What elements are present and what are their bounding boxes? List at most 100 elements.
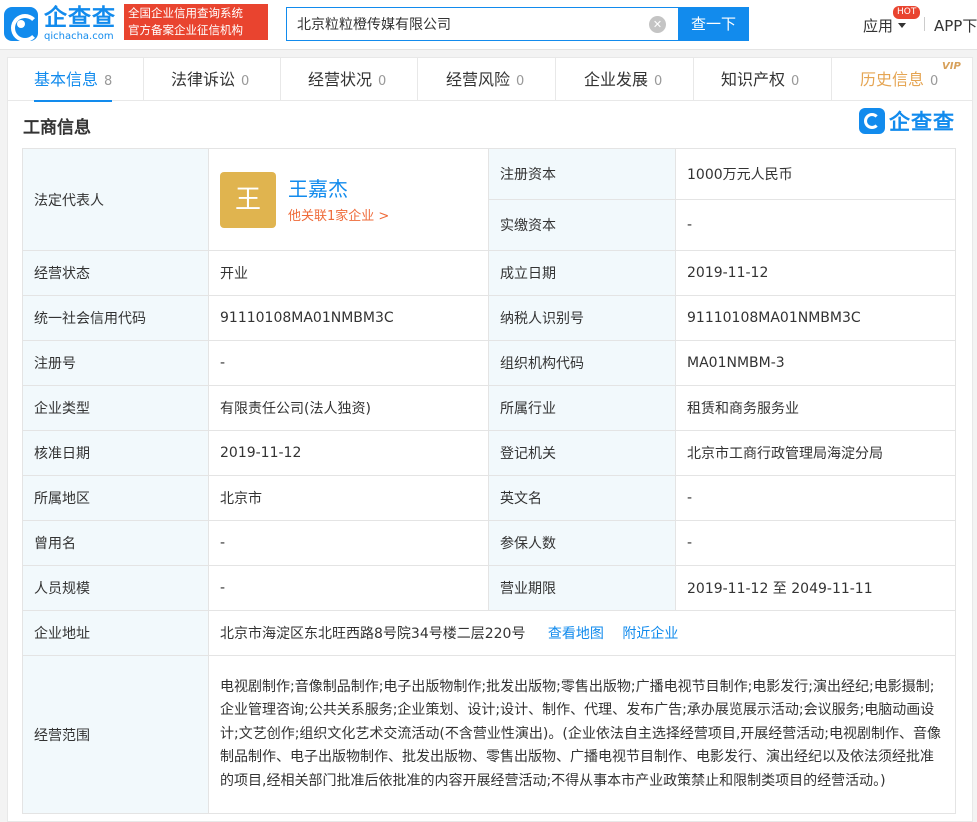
tab-ip[interactable]: 知识产权 0	[721, 58, 799, 101]
business-scope-value: 电视剧制作;音像制品制作;电子出版物制作;批发出版物;零售出版物;广播电视节目制…	[208, 655, 956, 814]
avatar[interactable]: 王	[220, 171, 276, 228]
company-type-label: 企业类型	[22, 385, 209, 431]
table-row: 所属地区 北京市 英文名 -	[22, 475, 956, 521]
address-cell: 北京市海淀区东北旺西路8号院34号楼二层220号 查看地图 附近企业	[208, 610, 956, 656]
divider	[280, 58, 281, 101]
view-map-link[interactable]: 查看地图	[548, 626, 604, 642]
tab-count: 0	[378, 74, 387, 89]
tab-count: 0	[930, 74, 939, 89]
region-label: 所属地区	[22, 475, 209, 521]
table-row: 注册号 - 组织机构代码 MA01NMBM-3	[22, 340, 956, 386]
approval-date-label: 核准日期	[22, 430, 209, 476]
table-row: 经营状态 开业 成立日期 2019-11-12	[22, 250, 956, 296]
tab-count: 0	[516, 74, 525, 89]
vip-badge: VIP	[942, 61, 961, 72]
approval-date-value: 2019-11-12	[208, 430, 489, 476]
reg-no-value: -	[208, 340, 489, 386]
reg-no-label: 注册号	[22, 340, 209, 386]
clear-icon[interactable]: ✕	[649, 16, 666, 33]
tab-development[interactable]: 企业发展 0	[584, 58, 662, 101]
divider	[831, 58, 832, 101]
company-card: 基本信息 8 法律诉讼 0 经营状况 0 经营风险 0 企业发展 0 知识产权 0 历史信息…	[7, 57, 973, 822]
business-term-label: 营业期限	[488, 565, 676, 611]
section-title: 工商信息	[23, 118, 91, 138]
business-info-table: 法定代表人 王 王嘉杰 他关联1家企业 > 注册资本 1000万元人民币 实缴资…	[22, 148, 956, 814]
logo-en: qichacha.com	[44, 31, 114, 42]
english-name-value: -	[675, 475, 956, 521]
founded-value: 2019-11-12	[675, 250, 956, 296]
tab-label: 经营状况	[308, 70, 373, 89]
tab-label: 基本信息	[34, 70, 99, 89]
table-row: 人员规模 - 营业期限 2019-11-12 至 2049-11-11	[22, 565, 956, 611]
qichacha-watermark: 企查查	[859, 106, 955, 136]
tab-risk[interactable]: 经营风险 0	[446, 58, 524, 101]
org-code-value: MA01NMBM-3	[675, 340, 956, 386]
english-name-label: 英文名	[488, 475, 676, 521]
tab-legal[interactable]: 法律诉讼 0	[171, 58, 249, 101]
reg-capital-label: 注册资本	[488, 148, 676, 200]
top-bar: 企查查 qichacha.com 全国企业信用查询系统 官方备案企业征信机构 ✕…	[0, 0, 977, 50]
status-label: 经营状态	[22, 250, 209, 296]
former-name-label: 曾用名	[22, 520, 209, 566]
credit-agency-tag: 全国企业信用查询系统 官方备案企业征信机构	[124, 4, 268, 40]
caret-down-icon	[898, 23, 907, 28]
insured-value: -	[675, 520, 956, 566]
table-row: 法定代表人 王 王嘉杰 他关联1家企业 > 注册资本 1000万元人民币	[22, 148, 956, 251]
taxpayer-value: 91110108MA01NMBM3C	[675, 295, 956, 341]
tab-history[interactable]: 历史信息 0	[860, 58, 938, 101]
address-label: 企业地址	[22, 610, 209, 656]
nearby-companies-link[interactable]: 附近企业	[622, 626, 678, 642]
business-scope-label: 经营范围	[22, 655, 209, 814]
former-name-value: -	[208, 520, 489, 566]
industry-value: 租赁和商务服务业	[675, 385, 956, 431]
table-row: 经营范围 电视剧制作;音像制品制作;电子出版物制作;批发出版物;零售出版物;广播…	[22, 655, 956, 814]
qichacha-logo[interactable]: 企查查 qichacha.com	[4, 5, 116, 43]
authority-value: 北京市工商行政管理局海淀分局	[675, 430, 956, 476]
tab-operations[interactable]: 经营状况 0	[308, 58, 386, 101]
founded-label: 成立日期	[488, 250, 676, 296]
tab-bar: 基本信息 8 法律诉讼 0 经营状况 0 经营风险 0 企业发展 0 知识产权 0 历史信息…	[8, 58, 972, 102]
tab-label: 经营风险	[446, 70, 511, 89]
status-value: 开业	[208, 250, 489, 296]
logo-cn: 企查查	[44, 5, 116, 31]
legal-rep-box: 王 王嘉杰 他关联1家企业 >	[220, 171, 477, 228]
table-row: 统一社会信用代码 91110108MA01NMBM3C 纳税人识别号 91110…	[22, 295, 956, 341]
staff-size-value: -	[208, 565, 489, 611]
company-type-value: 有限责任公司(法人独资)	[208, 385, 489, 431]
org-code-label: 组织机构代码	[488, 340, 676, 386]
divider	[417, 58, 418, 101]
authority-label: 登记机关	[488, 430, 676, 476]
related-companies-link[interactable]: 他关联1家企业 >	[288, 205, 389, 224]
logo-icon	[859, 108, 885, 134]
app-download-link[interactable]: APP下	[934, 15, 977, 36]
tab-basic-info[interactable]: 基本信息 8	[34, 58, 113, 102]
divider	[555, 58, 556, 101]
table-row: 企业类型 有限责任公司(法人独资) 所属行业 租赁和商务服务业	[22, 385, 956, 431]
paid-capital-label: 实缴资本	[488, 199, 676, 251]
taxpayer-label: 纳税人识别号	[488, 295, 676, 341]
tab-label: 企业发展	[584, 70, 649, 89]
region-value: 北京市	[208, 475, 489, 521]
search-box: ✕	[286, 7, 678, 41]
industry-label: 所属行业	[488, 385, 676, 431]
credit-code-label: 统一社会信用代码	[22, 295, 209, 341]
legal-rep-name[interactable]: 王嘉杰	[288, 176, 389, 202]
search-button[interactable]: 查一下	[678, 7, 749, 41]
credit-code-value: 91110108MA01NMBM3C	[208, 295, 489, 341]
tag-line-1: 全国企业信用查询系统	[128, 6, 243, 20]
app-menu-label: 应用	[863, 17, 894, 35]
staff-size-label: 人员规模	[22, 565, 209, 611]
tab-count: 0	[241, 74, 250, 89]
legal-rep-label: 法定代表人	[22, 148, 209, 251]
divider	[143, 58, 144, 101]
legal-rep-cell: 王 王嘉杰 他关联1家企业 >	[208, 148, 489, 251]
logo-icon	[4, 7, 39, 42]
search-input[interactable]	[297, 8, 637, 40]
reg-capital-value: 1000万元人民币	[675, 148, 956, 200]
paid-capital-value: -	[675, 199, 956, 251]
business-term-value: 2019-11-12 至 2049-11-11	[675, 565, 956, 611]
tab-label: 历史信息	[860, 70, 925, 89]
insured-label: 参保人数	[488, 520, 676, 566]
tab-count: 0	[654, 74, 663, 89]
tab-label: 知识产权	[721, 70, 786, 89]
